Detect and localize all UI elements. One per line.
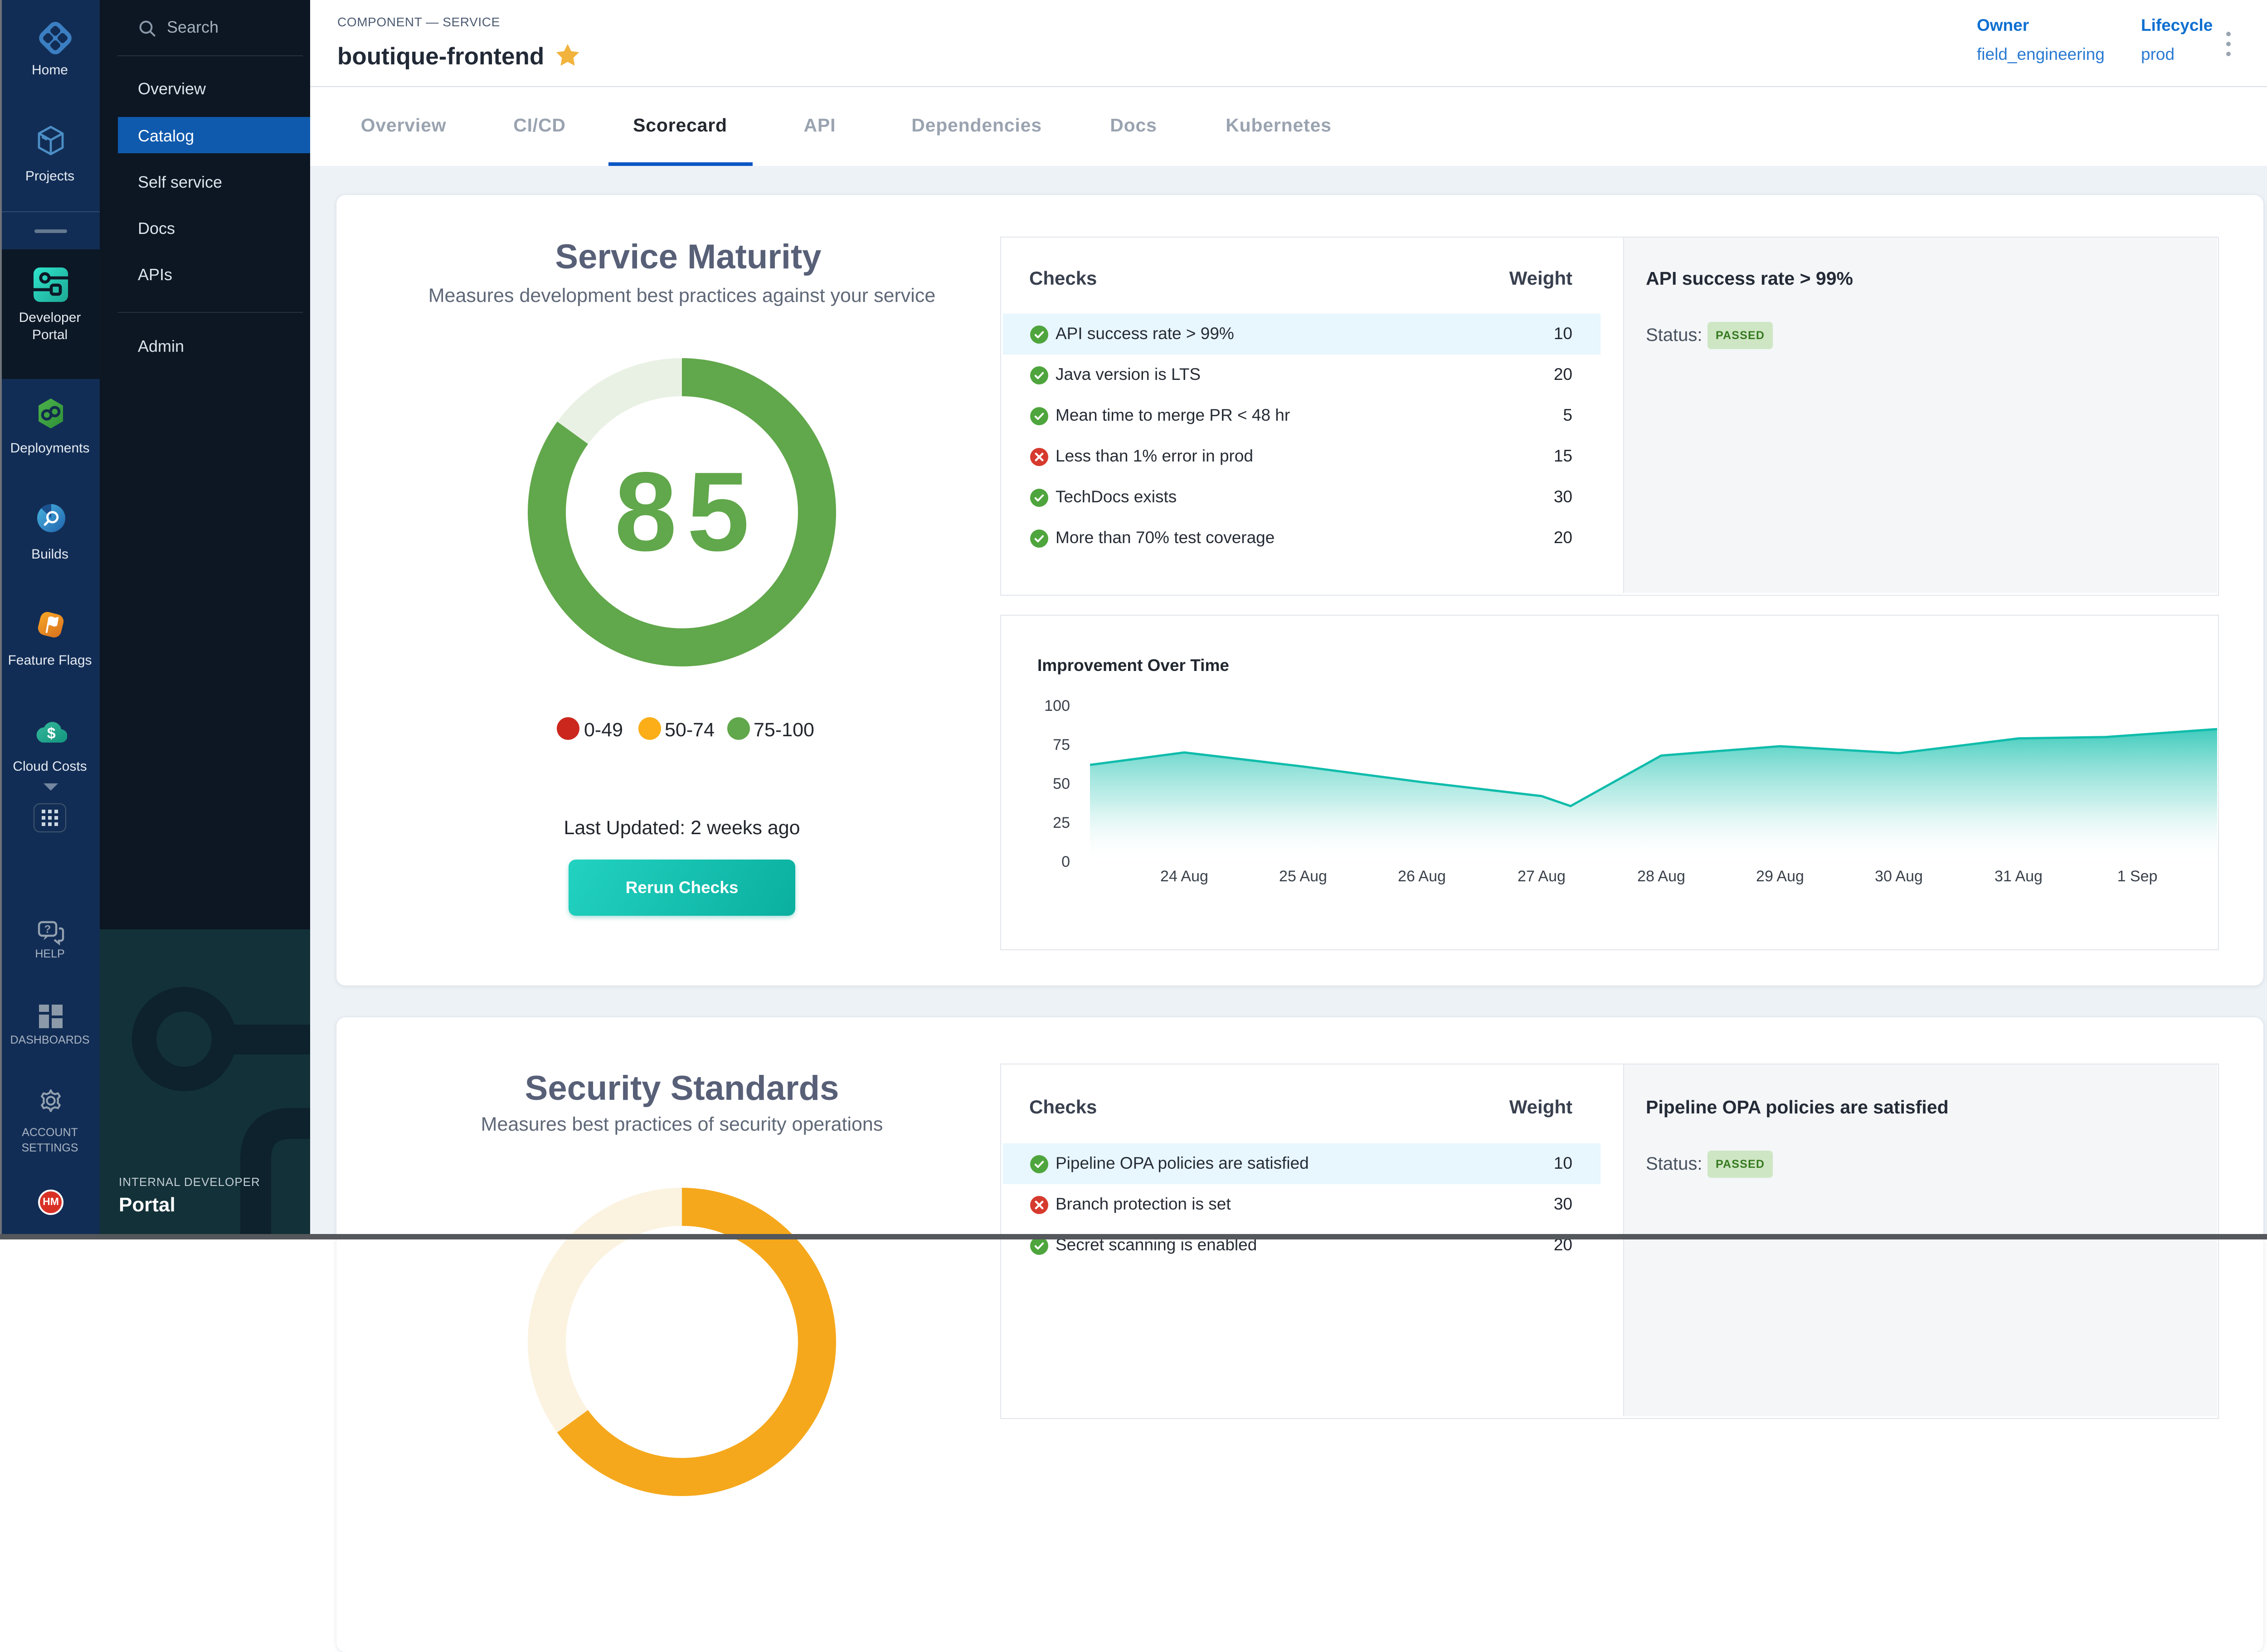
svg-text:?: ? (44, 923, 51, 936)
svg-text:$: $ (47, 725, 56, 742)
